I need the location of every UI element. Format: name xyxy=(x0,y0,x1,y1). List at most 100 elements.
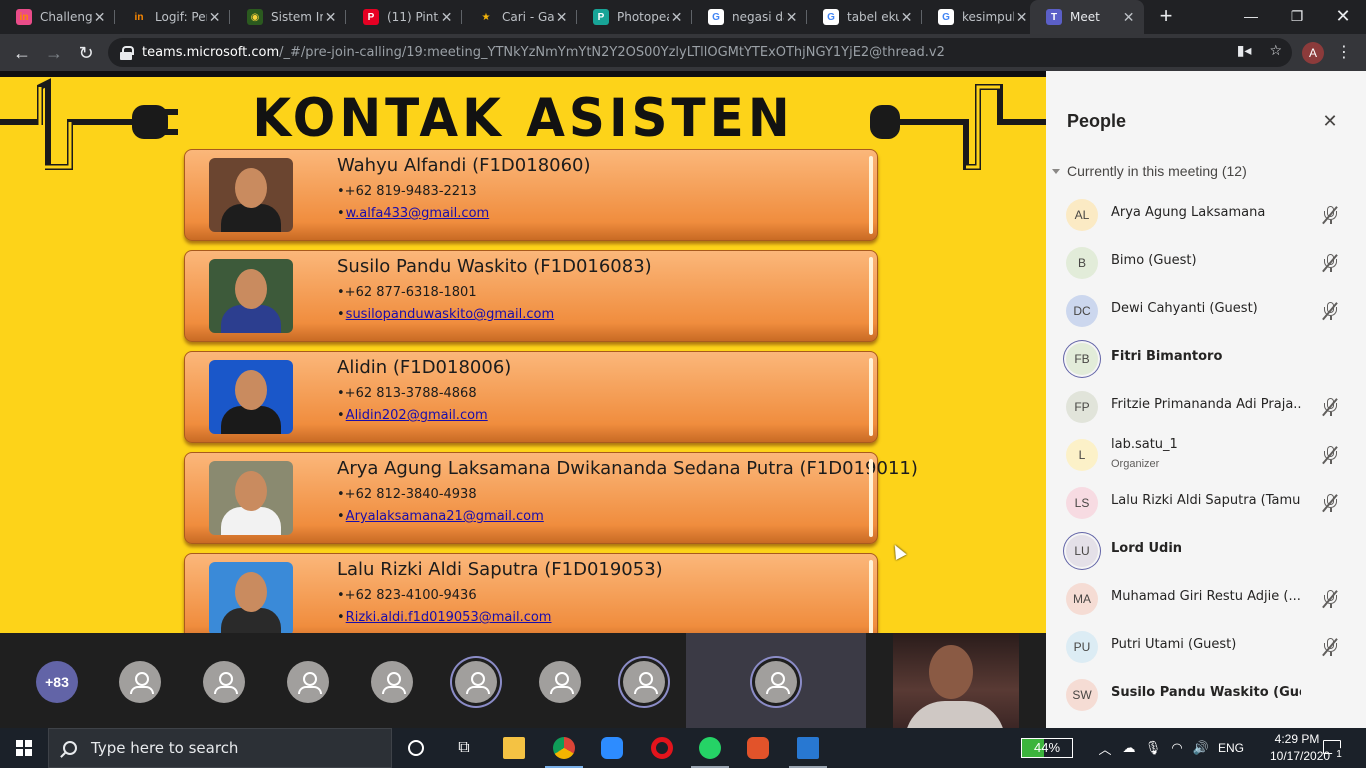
file-explorer-icon[interactable] xyxy=(493,732,535,764)
close-icon[interactable]: ✕ xyxy=(1320,111,1340,131)
participant-row[interactable]: LU Lord Udin xyxy=(1046,527,1366,575)
close-window-button[interactable]: ✕ xyxy=(1320,0,1366,32)
photos-icon[interactable] xyxy=(787,732,829,768)
close-tab-icon[interactable]: ✕ xyxy=(669,9,684,26)
participant-name: Lord Udin xyxy=(1111,541,1183,556)
start-button[interactable] xyxy=(0,728,48,768)
tab-title: Logif: Per xyxy=(155,10,208,24)
close-tab-icon[interactable]: ✕ xyxy=(1014,9,1029,26)
profile-avatar[interactable]: A xyxy=(1302,42,1324,64)
browser-tab[interactable]: Gtabel eku ✕ xyxy=(807,0,922,34)
close-tab-icon[interactable]: ✕ xyxy=(554,9,569,26)
participant-row[interactable]: LS Lalu Rizki Aldi Saputra (Tamu) xyxy=(1046,479,1366,527)
browser-menu-icon[interactable]: ⋮ xyxy=(1336,42,1352,62)
close-tab-icon[interactable]: ✕ xyxy=(439,9,454,26)
minimize-window-button[interactable]: — xyxy=(1228,0,1274,32)
onedrive-icon[interactable]: ☁ xyxy=(1118,728,1140,768)
photo-face xyxy=(235,572,267,612)
browser-tab[interactable]: ◉ Sistem In ✕ xyxy=(231,0,346,34)
contact-email-link[interactable]: Aryalaksamana21@gmail.com xyxy=(337,509,544,524)
photo-body xyxy=(221,507,281,535)
participant-avatar-speaking[interactable] xyxy=(623,661,665,703)
task-view-icon[interactable]: ⧉ xyxy=(443,732,485,764)
taskbar-search-box[interactable]: Type here to search xyxy=(48,728,392,768)
close-tab-icon[interactable]: ✕ xyxy=(1121,9,1136,26)
cortana-icon[interactable] xyxy=(395,732,437,764)
bullet: • xyxy=(337,487,345,502)
mic-muted-icon xyxy=(1322,637,1338,657)
close-tab-icon[interactable]: ✕ xyxy=(784,9,799,26)
volume-icon[interactable]: 🔊 xyxy=(1190,728,1212,768)
back-button[interactable]: ← xyxy=(9,40,35,66)
language-indicator[interactable]: ENG xyxy=(1214,728,1248,768)
close-tab-icon[interactable]: ✕ xyxy=(323,9,338,26)
browser-tab[interactable]: in Logif: Per ✕ xyxy=(115,0,230,34)
participant-avatar[interactable] xyxy=(371,661,413,703)
battery-indicator[interactable]: 44% xyxy=(1021,738,1073,758)
participant-row[interactable]: PU Putri Utami (Guest) xyxy=(1046,623,1366,671)
participant-name: Lalu Rizki Aldi Saputra (Tamu) xyxy=(1111,493,1301,508)
participant-row[interactable]: AL Arya Agung Laksamana xyxy=(1046,191,1366,239)
zoom-icon[interactable] xyxy=(591,732,633,764)
participant-avatar[interactable] xyxy=(539,661,581,703)
taskbar-clock[interactable]: 4:29 PM 10/17/2020 xyxy=(1270,731,1330,765)
contact-email-link[interactable]: Alidin202@gmail.com xyxy=(337,408,488,423)
participant-avatar[interactable] xyxy=(203,661,245,703)
participant-initials-avatar: AL xyxy=(1066,199,1098,231)
browser-tab[interactable]: T Meet ✕ xyxy=(1030,0,1144,34)
close-tab-icon[interactable]: ✕ xyxy=(92,9,107,26)
reload-button[interactable]: ↻ xyxy=(73,40,99,66)
participant-row[interactable]: DC Dewi Cahyanti (Guest) xyxy=(1046,287,1366,335)
participant-avatar-speaking[interactable] xyxy=(455,661,497,703)
game-icon[interactable] xyxy=(737,732,779,764)
close-tab-icon[interactable]: ✕ xyxy=(207,9,222,26)
participant-initials-avatar: MA xyxy=(1066,583,1098,615)
participant-row[interactable]: B Bimo (Guest) xyxy=(1046,239,1366,287)
browser-tab[interactable]: Gnegasi da✕ xyxy=(692,0,807,34)
close-tab-icon[interactable]: ✕ xyxy=(899,9,914,26)
browser-tab[interactable]: P (11) Pinte✕ xyxy=(347,0,462,34)
opera-icon[interactable] xyxy=(641,732,683,764)
tab-favicon-icon: G xyxy=(823,9,839,25)
new-tab-button[interactable]: + xyxy=(1154,5,1178,29)
bookmark-star-icon[interactable]: ☆ xyxy=(1269,42,1282,59)
mic-muted-icon xyxy=(1322,205,1338,225)
active-speaker-tile[interactable] xyxy=(686,633,866,728)
more-participants-button[interactable]: +83 xyxy=(36,661,78,703)
whatsapp-icon[interactable] xyxy=(689,732,731,768)
action-center-button[interactable]: 1 xyxy=(1320,736,1346,762)
participant-row[interactable]: FB Fitri Bimantoro xyxy=(1046,335,1366,383)
participant-avatar[interactable] xyxy=(287,661,329,703)
participant-row[interactable]: MA Muhamad Giri Restu Adjie (... xyxy=(1046,575,1366,623)
restore-window-button[interactable]: ❐ xyxy=(1274,0,1320,32)
tab-favicon-icon: ★ xyxy=(478,9,494,25)
slide-title: KONTAK ASISTEN xyxy=(252,87,794,149)
participant-row[interactable]: FP Fritzie Primananda Adi Praja... xyxy=(1046,383,1366,431)
chevron-down-icon xyxy=(1052,168,1060,174)
browser-tab[interactable]: ★ Cari - Ga ✕ xyxy=(462,0,577,34)
wifi-icon[interactable]: ◠ xyxy=(1166,728,1188,768)
tab-title: Challenge xyxy=(40,10,93,24)
address-bar[interactable]: teams.microsoft.com/_#/pre-join-calling/… xyxy=(108,38,1292,67)
participant-avatar[interactable] xyxy=(119,661,161,703)
microphone-icon[interactable]: 🎙 xyxy=(1142,728,1164,768)
forward-button[interactable]: → xyxy=(41,40,67,66)
meeting-section-header[interactable]: Currently in this meeting (12) xyxy=(1052,163,1247,179)
search-placeholder: Type here to search xyxy=(91,739,239,757)
camera-blocked-icon[interactable]: ▮◂ xyxy=(1237,42,1252,59)
browser-tab[interactable]: P Photopea ✕ xyxy=(577,0,692,34)
mic-muted-icon xyxy=(1322,589,1338,609)
participant-row[interactable]: Llab.satu_1 Organizer xyxy=(1046,431,1366,479)
browser-tab[interactable]: in Challenge✕ xyxy=(0,0,115,34)
contact-email-link[interactable]: susilopanduwaskito@gmail.com xyxy=(337,307,554,322)
photo-face xyxy=(235,370,267,410)
participant-row[interactable]: SW Susilo Pandu Waskito (Guest) xyxy=(1046,671,1366,719)
contact-phone: •+62 813-3788-4868 xyxy=(337,386,477,401)
contact-email-link[interactable]: Rizki.aldi.f1d019053@mail.com xyxy=(337,610,552,625)
chrome-icon[interactable] xyxy=(543,732,585,768)
contact-email-link[interactable]: w.alfa433@gmail.com xyxy=(337,206,490,221)
chevron-up-icon[interactable]: ︿ xyxy=(1094,728,1116,768)
photo-face xyxy=(235,471,267,511)
participant-video-tile[interactable] xyxy=(893,633,1019,728)
browser-tab[interactable]: Gkesimpul ✕ xyxy=(922,0,1037,34)
